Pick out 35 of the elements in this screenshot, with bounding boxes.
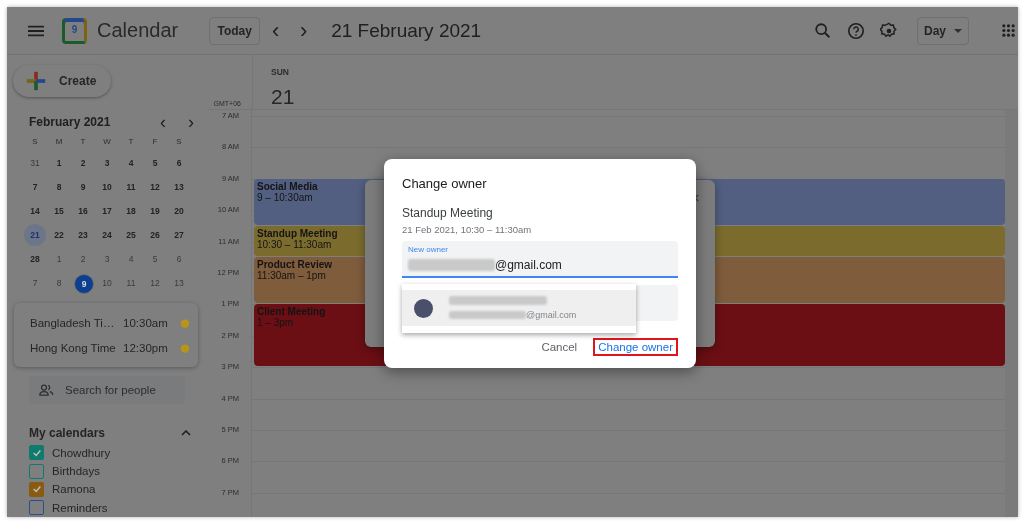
calendar-name: Birthdays xyxy=(52,465,100,478)
time-zone-name: Bangladesh Ti… xyxy=(30,317,116,330)
event-time: 9 – 10:30am xyxy=(257,191,313,203)
weekday-label: SUN xyxy=(271,67,290,77)
event-time: 10:30 – 11:30am xyxy=(257,238,332,250)
weekday-label: T xyxy=(79,135,87,148)
section-title: My calendars xyxy=(29,425,107,440)
event-time: 11:30am – 1pm xyxy=(257,270,326,282)
time-zone-time: 12:30pm xyxy=(123,342,169,355)
time-zone-name: Hong Kong Time xyxy=(30,342,117,355)
event-title: Product Review xyxy=(257,259,333,271)
calendar-logo: 9 xyxy=(62,17,87,44)
event-time: 1 – 3pm xyxy=(257,317,294,329)
weekday-label: T xyxy=(127,135,135,148)
dialog-title: Change owner xyxy=(402,176,488,191)
event-name: Standup Meeting xyxy=(402,206,494,220)
event-title: Standup Meeting xyxy=(257,227,338,239)
weekday-label: F xyxy=(151,135,159,148)
weekday-label: M xyxy=(54,135,64,148)
weekday-label: W xyxy=(102,135,112,148)
email-domain: @gmail.com xyxy=(526,310,577,320)
weekday-label: S xyxy=(175,135,183,148)
event-title: Social Media xyxy=(257,180,318,192)
event-title: Client Meeting xyxy=(257,306,326,318)
field-label: New owner xyxy=(408,245,449,254)
email-domain: @gmail.com xyxy=(495,258,562,272)
calendar-name: Ramona xyxy=(52,483,96,496)
month-title: February 2021 xyxy=(29,114,112,129)
app-name: Calendar xyxy=(97,19,179,42)
date-title: 21 February 2021 xyxy=(331,19,482,42)
weekday-label: S xyxy=(31,135,39,148)
time-zone-time: 10:30am xyxy=(123,317,169,330)
calendar-name: Chowdhury xyxy=(52,446,111,459)
calendar-name: Reminders xyxy=(52,501,108,514)
event-time: 21 Feb 2021, 10:30 – 11:30am xyxy=(402,224,533,235)
